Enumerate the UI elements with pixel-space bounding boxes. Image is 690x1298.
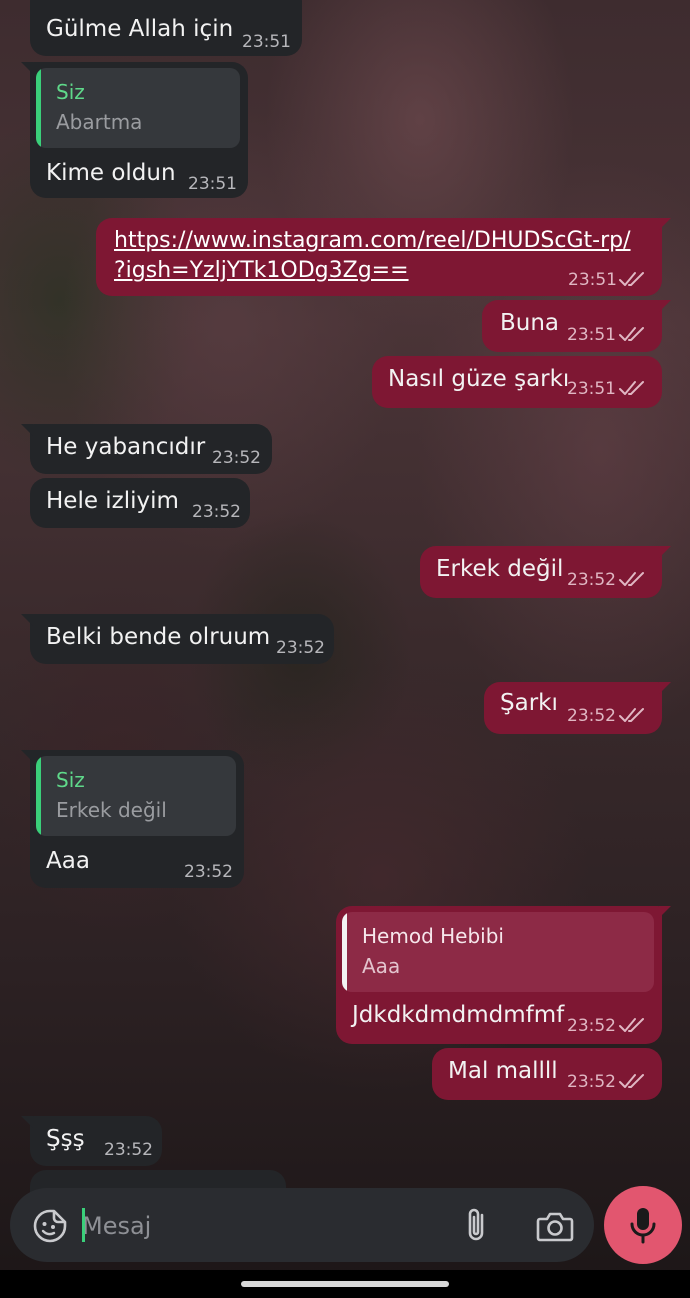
message-time: 23:52 <box>567 1016 616 1036</box>
message-text: Şarkı <box>500 690 558 716</box>
home-gesture-handle[interactable] <box>241 1281 449 1287</box>
message-bubble-outgoing[interactable]: Şarkı 23:52 <box>484 682 671 734</box>
reply-text: Aaa <box>362 954 401 978</box>
reply-text: Erkek değil <box>56 798 167 822</box>
message-time: 23:51 <box>242 32 291 52</box>
attach-paperclip-icon[interactable] <box>460 1206 494 1244</box>
text-cursor <box>82 1208 85 1242</box>
reply-author: Siz <box>56 768 85 792</box>
message-text: Mal mallll <box>448 1058 558 1084</box>
message-time: 23:52 <box>212 448 261 468</box>
read-double-check-icon <box>619 1018 644 1032</box>
read-double-check-icon <box>619 272 644 286</box>
message-time: 23:52 <box>567 570 616 590</box>
message-time: 23:51 <box>567 325 616 345</box>
message-bubble-outgoing[interactable]: Erkek değil 23:52 <box>420 546 671 598</box>
read-double-check-icon <box>619 327 644 341</box>
read-double-check-icon <box>619 381 644 395</box>
message-composer <box>10 1188 594 1262</box>
message-bubble-incoming[interactable]: Siz Erkek değil Aaa 23:52 <box>21 750 244 888</box>
reply-quote[interactable]: Siz Abartma <box>36 68 240 148</box>
message-link[interactable]: https://www.instagram.com/reel/DHUDScGt-… <box>114 228 631 253</box>
microphone-icon <box>630 1208 656 1244</box>
reply-quote[interactable]: Siz Erkek değil <box>36 756 236 836</box>
message-text: Aaa <box>46 848 90 874</box>
message-time: 23:51 <box>567 379 616 399</box>
message-text: Jdkdkdmdmdmfmf <box>352 1002 565 1028</box>
read-double-check-icon <box>619 1074 644 1088</box>
voice-record-button[interactable] <box>604 1186 682 1264</box>
message-bubble-incoming[interactable]: Siz Abartma Kime oldun 23:51 <box>21 62 248 198</box>
message-time: 23:52 <box>192 502 241 522</box>
message-time: 23:51 <box>188 174 237 194</box>
reply-quote[interactable]: Hemod Hebibi Aaa <box>342 912 654 992</box>
message-text: Erkek değil <box>436 556 564 582</box>
message-input[interactable] <box>80 1204 444 1248</box>
message-bubble-outgoing[interactable]: Mal mallll 23:52 <box>432 1048 662 1100</box>
reply-accent-bar <box>36 756 41 836</box>
message-time: 23:52 <box>276 638 325 658</box>
message-bubble-incoming[interactable]: Şşş 23:52 <box>21 1116 162 1166</box>
message-bubble-incoming[interactable]: He yabancıdır 23:52 <box>21 424 272 474</box>
message-text: Şşş <box>46 1126 85 1152</box>
message-time: 23:52 <box>184 862 233 882</box>
message-bubble-outgoing[interactable]: Nasıl güze şarkı 23:51 <box>372 356 662 408</box>
message-time: 23:51 <box>568 270 617 290</box>
message-text: He yabancıdır <box>46 434 206 460</box>
message-text: Gülme Allah için <box>46 16 234 42</box>
reply-accent-bar <box>36 68 41 148</box>
message-bubble-incoming[interactable]: Belki bende olruum 23:52 <box>21 614 334 664</box>
camera-icon[interactable] <box>535 1208 575 1244</box>
message-time: 23:52 <box>567 706 616 726</box>
message-time: 23:52 <box>567 1072 616 1092</box>
message-bubble-outgoing[interactable]: Hemod Hebibi Aaa Jdkdkdmdmdmfmf 23:52 <box>336 906 671 1044</box>
message-bubble-incoming[interactable]: Gülme Allah için 23:51 <box>30 0 302 56</box>
message-bubble-incoming[interactable]: Hele izliyim 23:52 <box>30 478 250 528</box>
message-text: Hele izliyim <box>46 488 179 514</box>
read-double-check-icon <box>619 572 644 586</box>
message-bubble-outgoing[interactable]: Buna 23:51 <box>482 300 671 352</box>
message-link[interactable]: ?igsh=YzljYTk1ODg3Zg== <box>114 258 409 283</box>
read-double-check-icon <box>619 708 644 722</box>
message-text: Buna <box>500 310 560 336</box>
message-time: 23:52 <box>104 1140 153 1160</box>
reply-author: Hemod Hebibi <box>362 924 504 948</box>
message-bubble-outgoing[interactable]: https://www.instagram.com/reel/DHUDScGt-… <box>96 218 671 296</box>
message-text: Kime oldun <box>46 160 176 186</box>
reply-author: Siz <box>56 80 85 104</box>
message-text: Nasıl güze şarkı <box>388 366 570 392</box>
reply-accent-bar <box>342 912 347 992</box>
sticker-emoji-icon[interactable] <box>32 1208 68 1244</box>
message-text: Belki bende olruum <box>46 624 271 650</box>
reply-text: Abartma <box>56 110 143 134</box>
